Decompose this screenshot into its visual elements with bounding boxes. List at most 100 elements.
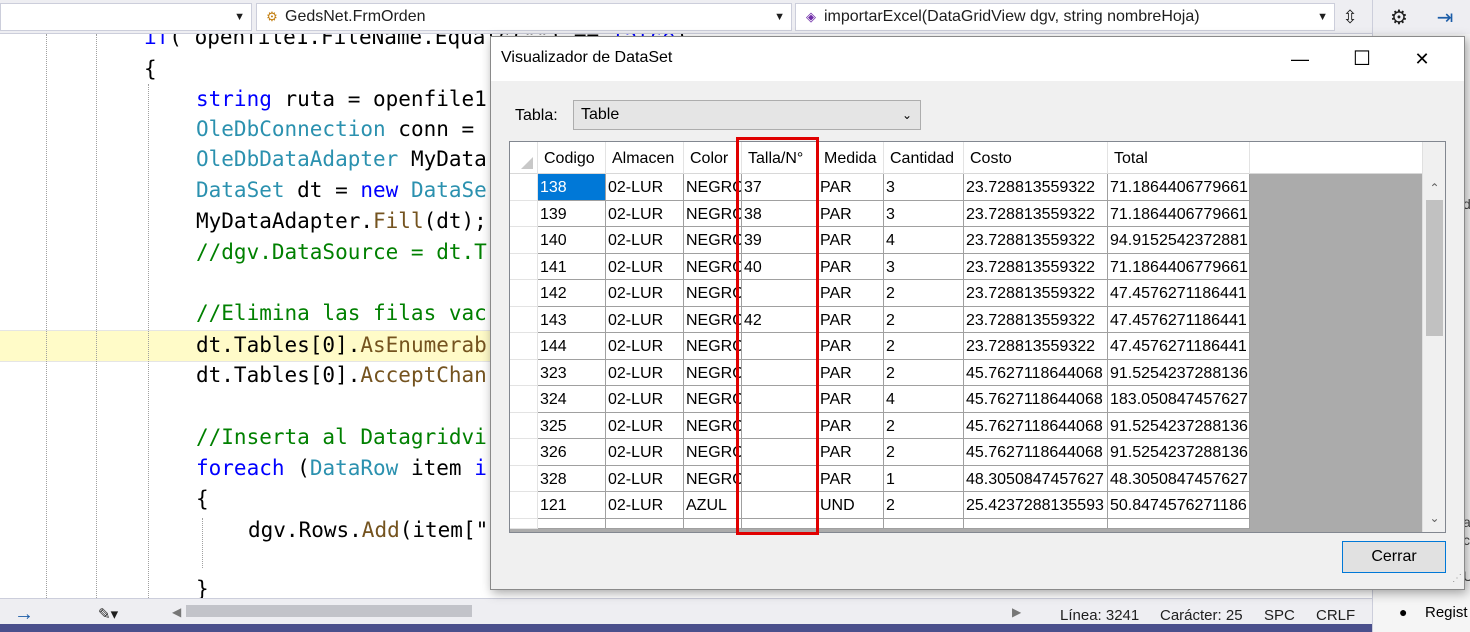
table-cell[interactable]: 37: [742, 174, 818, 201]
table-cell[interactable]: 02-LUR: [606, 412, 684, 439]
table-cell[interactable]: 2: [884, 280, 964, 307]
table-cell[interactable]: 47.4576271186441: [1108, 280, 1250, 307]
table-cell[interactable]: 4: [884, 386, 964, 413]
scroll-down-icon[interactable]: ⌄: [1423, 508, 1445, 528]
row-header[interactable]: [510, 386, 538, 413]
table-cell[interactable]: NEGRO: [684, 439, 742, 466]
table-cell[interactable]: [742, 333, 818, 360]
table-cell[interactable]: 2: [884, 492, 964, 519]
table-cell[interactable]: AZUL: [684, 492, 742, 519]
table-cell[interactable]: 48.3050847457627: [1108, 465, 1250, 492]
table-cell[interactable]: 144: [538, 333, 606, 360]
row-header[interactable]: [510, 306, 538, 333]
table-cell[interactable]: NEGRO: [684, 306, 742, 333]
table-cell[interactable]: 23.728813559322: [964, 227, 1108, 254]
table-cell[interactable]: 183.050847457627: [1108, 386, 1250, 413]
table-cell[interactable]: [742, 492, 818, 519]
table-row[interactable]: 328 02-LUR NEGRO PAR 1 48.3050847457627 48.305…: [510, 465, 1250, 492]
method-combo[interactable]: ◈ importarExcel(DataGridView dgv, string …: [795, 3, 1335, 31]
table-cell[interactable]: PAR: [818, 386, 884, 413]
table-cell[interactable]: PAR: [818, 253, 884, 280]
table-cell[interactable]: 47.4576271186441: [1108, 306, 1250, 333]
table-cell[interactable]: 91.5254237288136: [1108, 439, 1250, 466]
column-header[interactable]: Total: [1108, 142, 1250, 174]
table-cell[interactable]: 45.7627118644068: [964, 386, 1108, 413]
table-cell[interactable]: 2: [884, 306, 964, 333]
table-cell[interactable]: 2: [884, 439, 964, 466]
table-cell[interactable]: 23.728813559322: [964, 333, 1108, 360]
scrollbar-thumb[interactable]: [186, 605, 472, 617]
table-cell[interactable]: 140: [538, 227, 606, 254]
table-row[interactable]: 121 02-LUR AZUL UND 2 25.4237288135593 50.8474…: [510, 492, 1250, 519]
table-cell[interactable]: 23.728813559322: [964, 253, 1108, 280]
table-cell[interactable]: 45.7627118644068: [964, 359, 1108, 386]
table-cell[interactable]: PAR: [818, 200, 884, 227]
table-cell[interactable]: 45.7627118644068: [964, 412, 1108, 439]
table-cell[interactable]: 2: [884, 412, 964, 439]
table-cell[interactable]: 326: [538, 439, 606, 466]
table-cell[interactable]: 02-LUR: [606, 306, 684, 333]
table-row[interactable]: 324 02-LUR NEGRO PAR 4 45.7627118644068 183.05…: [510, 386, 1250, 413]
table-row[interactable]: 141 02-LUR NEGRO 40 PAR 3 23.728813559322 71.18…: [510, 253, 1250, 280]
table-row[interactable]: 326 02-LUR NEGRO PAR 2 45.7627118644068 91.525…: [510, 439, 1250, 466]
gear-icon[interactable]: ⚙: [1385, 4, 1413, 32]
row-header[interactable]: [510, 280, 538, 307]
line-ending-indicator[interactable]: CRLF: [1316, 607, 1355, 624]
table-cell[interactable]: 02-LUR: [606, 200, 684, 227]
table-row[interactable]: 325 02-LUR NEGRO PAR 2 45.7627118644068 91.525…: [510, 412, 1250, 439]
table-row[interactable]: 323 02-LUR NEGRO PAR 2 45.7627118644068 91.525…: [510, 359, 1250, 386]
scroll-left-icon[interactable]: ◀: [172, 605, 181, 619]
table-cell[interactable]: 02-LUR: [606, 465, 684, 492]
table-cell[interactable]: NEGRO: [684, 200, 742, 227]
scroll-up-icon[interactable]: ⌃: [1423, 178, 1445, 198]
table-cell[interactable]: [742, 386, 818, 413]
column-header[interactable]: Almacen: [606, 142, 684, 174]
table-cell[interactable]: PAR: [818, 465, 884, 492]
table-cell[interactable]: PAR: [818, 174, 884, 201]
table-cell[interactable]: [742, 465, 818, 492]
table-cell[interactable]: 91.5254237288136: [1108, 359, 1250, 386]
table-cell[interactable]: 02-LUR: [606, 174, 684, 201]
table-cell[interactable]: 94.9152542372881: [1108, 227, 1250, 254]
row-header[interactable]: [510, 412, 538, 439]
table-cell[interactable]: 325: [538, 412, 606, 439]
table-cell[interactable]: [742, 412, 818, 439]
table-cell[interactable]: 02-LUR: [606, 386, 684, 413]
project-combo[interactable]: ▼: [0, 3, 252, 31]
table-cell[interactable]: 4: [884, 227, 964, 254]
table-cell[interactable]: NEGRO: [684, 465, 742, 492]
table-cell[interactable]: 23.728813559322: [964, 200, 1108, 227]
table-select[interactable]: Table ⌄: [573, 100, 921, 130]
table-cell[interactable]: 02-LUR: [606, 333, 684, 360]
column-header[interactable]: Costo: [964, 142, 1108, 174]
table-cell[interactable]: NEGRO: [684, 253, 742, 280]
table-cell[interactable]: 47.4576271186441: [1108, 333, 1250, 360]
table-row[interactable]: 140 02-LUR NEGRO 39 PAR 4 23.728813559322 94.91…: [510, 227, 1250, 254]
table-cell[interactable]: 02-LUR: [606, 439, 684, 466]
brush-icon[interactable]: ✎▾: [98, 605, 118, 623]
table-cell[interactable]: PAR: [818, 412, 884, 439]
table-cell[interactable]: NEGRO: [684, 280, 742, 307]
table-cell[interactable]: 1: [884, 465, 964, 492]
table-cell[interactable]: PAR: [818, 227, 884, 254]
table-cell[interactable]: 02-LUR: [606, 253, 684, 280]
table-cell[interactable]: 121: [538, 492, 606, 519]
table-cell[interactable]: 45.7627118644068: [964, 439, 1108, 466]
table-cell[interactable]: [742, 439, 818, 466]
table-cell[interactable]: PAR: [818, 306, 884, 333]
data-grid[interactable]: Codigo Almacen Color Talla/N° Medida Cantidad…: [509, 141, 1446, 533]
grid-vertical-scrollbar[interactable]: ⌃ ⌄: [1422, 142, 1445, 532]
class-combo[interactable]: ⚙ GedsNet.FrmOrden ▼: [256, 3, 792, 31]
cerrar-button[interactable]: Cerrar: [1342, 541, 1446, 573]
table-cell[interactable]: 02-LUR: [606, 280, 684, 307]
table-cell[interactable]: [742, 280, 818, 307]
column-header[interactable]: Medida: [818, 142, 884, 174]
scroll-right-icon[interactable]: ▶: [1012, 605, 1021, 619]
table-cell[interactable]: NEGRO: [684, 412, 742, 439]
table-cell[interactable]: PAR: [818, 333, 884, 360]
column-header[interactable]: Color: [684, 142, 742, 174]
table-cell[interactable]: PAR: [818, 359, 884, 386]
table-cell[interactable]: 39: [742, 227, 818, 254]
table-cell[interactable]: 3: [884, 253, 964, 280]
table-cell[interactable]: NEGRO: [684, 386, 742, 413]
